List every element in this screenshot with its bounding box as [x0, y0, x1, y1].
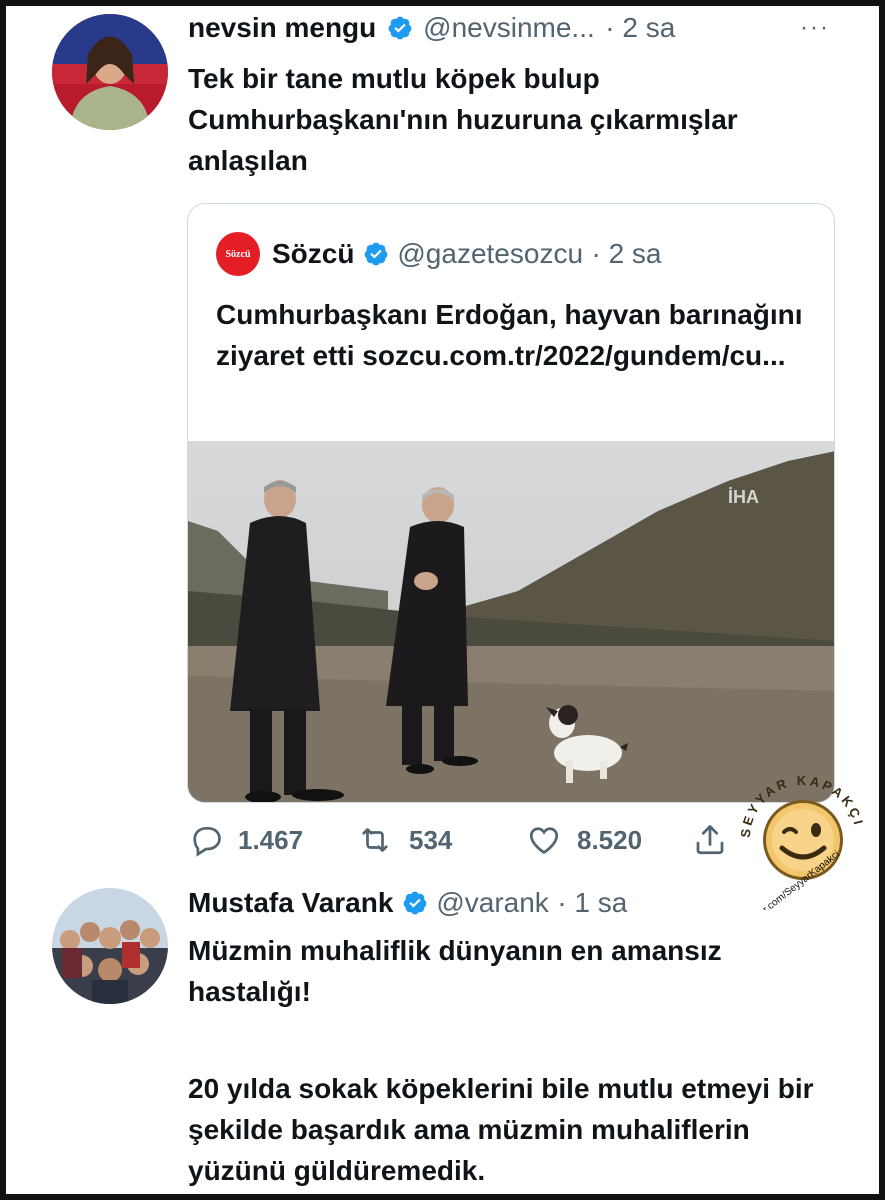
retweet-button[interactable]: 534	[355, 822, 452, 858]
seyyar-kapakci-watermark: SEYYAR KAPAKÇI twitter.com/SeyyarKapakci	[728, 760, 878, 930]
author-handle[interactable]: @nevsinme...	[423, 12, 595, 43]
quote-timestamp[interactable]: · 2 sa	[591, 238, 661, 269]
avatar-mustafa-varank[interactable]	[52, 888, 168, 1004]
tweet-timestamp[interactable]: · 2 sa	[605, 12, 675, 43]
avatar-nevsin-mengu[interactable]	[52, 14, 168, 130]
verified-badge-icon	[363, 241, 389, 267]
tweet2-text-paragraph-1: Müzmin muhaliflik dünyanın en amansız ha…	[188, 935, 722, 1007]
quote-header: Sözcü @gazetesozcu · 2 sa	[272, 238, 666, 270]
photo-agency-label: İHA	[728, 487, 759, 507]
quote-author-name[interactable]: Sözcü	[272, 238, 354, 269]
reply-button[interactable]: 1.467	[188, 822, 303, 858]
quote-text[interactable]: Cumhurbaşkanı Erdoğan, hayvan barınağını…	[216, 294, 816, 376]
quote-photo[interactable]: İHA	[188, 441, 834, 802]
retweet-count: 534	[409, 824, 453, 855]
more-options-icon[interactable]: ···	[800, 14, 830, 42]
retweet-icon	[362, 828, 388, 852]
share-icon	[696, 825, 724, 855]
tweet1-header: nevsin mengu @nevsinme... · 2 sa	[188, 12, 681, 44]
tweet2-header: Mustafa Varank @varank · 1 sa	[188, 887, 631, 919]
author-handle[interactable]: @varank	[436, 887, 548, 918]
tweet-timestamp[interactable]: · 1 sa	[557, 887, 627, 918]
verified-badge-icon	[402, 890, 428, 916]
reply-count: 1.467	[238, 824, 304, 855]
quote-author-handle[interactable]: @gazetesozcu	[397, 238, 583, 269]
sozcu-logo-avatar[interactable]: Sözcü	[216, 232, 260, 276]
heart-icon	[529, 827, 559, 855]
author-name[interactable]: Mustafa Varank	[188, 887, 393, 918]
tweet1-text: Tek bir tane mutlu köpek bulup Cumhurbaş…	[188, 63, 738, 176]
reply-icon	[193, 826, 221, 857]
like-count: 8.520	[577, 824, 643, 855]
author-name[interactable]: nevsin mengu	[188, 12, 376, 43]
like-button[interactable]: 8.520	[525, 822, 642, 858]
tweet2-text-paragraph-2: 20 yılda sokak köpeklerini bile mutlu et…	[188, 1073, 814, 1186]
quoted-tweet-card[interactable]: Sözcü Sözcü @gazetesozcu · 2 sa Cumhurba…	[187, 203, 835, 803]
verified-badge-icon	[387, 15, 413, 41]
